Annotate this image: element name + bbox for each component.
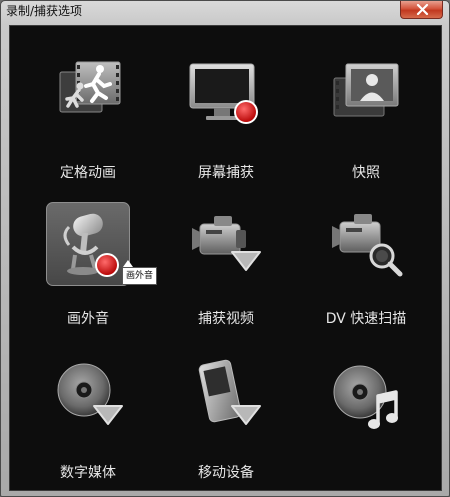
tile-screen-capture[interactable]: 屏幕捕获: [176, 56, 276, 196]
voiceover-microphone-icon: [63, 213, 119, 277]
tile-music-disc[interactable]: [316, 356, 416, 496]
tile-label: 定格动画: [60, 165, 116, 181]
stop-motion-icon: [59, 61, 121, 113]
tooltip: 画外音: [122, 267, 158, 285]
screen-capture-icon: [189, 63, 258, 124]
tile-capture-video[interactable]: 捕获视频: [176, 202, 276, 342]
digital-media-disc-icon: [57, 363, 123, 425]
title-bar: 录制/捕获选项: [1, 1, 449, 23]
tile-digital-media[interactable]: 数字媒体: [38, 356, 138, 496]
tile-stop-motion[interactable]: 定格动画: [38, 56, 138, 196]
tile-label: 数字媒体: [60, 465, 116, 481]
recording-options-window: 录制/捕获选项 定格动画 屏幕捕获 快照 画外音 捕获视频 DV 快速扫描 数字…: [0, 0, 450, 497]
close-button[interactable]: [400, 1, 443, 19]
snapshot-icon: [333, 63, 399, 117]
tile-snapshot[interactable]: 快照: [316, 56, 416, 196]
music-disc-icon: [333, 365, 398, 429]
tile-label: 移动设备: [198, 465, 254, 481]
tile-label: DV 快速扫描: [325, 311, 407, 327]
tile-dv-quick-scan[interactable]: DV 快速扫描: [316, 202, 416, 342]
tile-label: 快照: [352, 165, 380, 181]
tooltip-arrow: [123, 260, 133, 267]
capture-video-icon: [192, 216, 261, 271]
tile-label: 画外音: [67, 311, 109, 327]
options-panel: 定格动画 屏幕捕获 快照 画外音 捕获视频 DV 快速扫描 数字媒体 移动设备 …: [9, 25, 442, 491]
tile-label: 屏幕捕获: [198, 165, 254, 181]
window-title: 录制/捕获选项: [6, 4, 83, 18]
mobile-device-icon: [198, 359, 261, 425]
dv-quick-scan-icon: [332, 214, 403, 277]
tile-mobile-device[interactable]: 移动设备: [176, 356, 276, 496]
close-icon: [416, 4, 429, 15]
tile-label: 捕获视频: [198, 311, 254, 327]
